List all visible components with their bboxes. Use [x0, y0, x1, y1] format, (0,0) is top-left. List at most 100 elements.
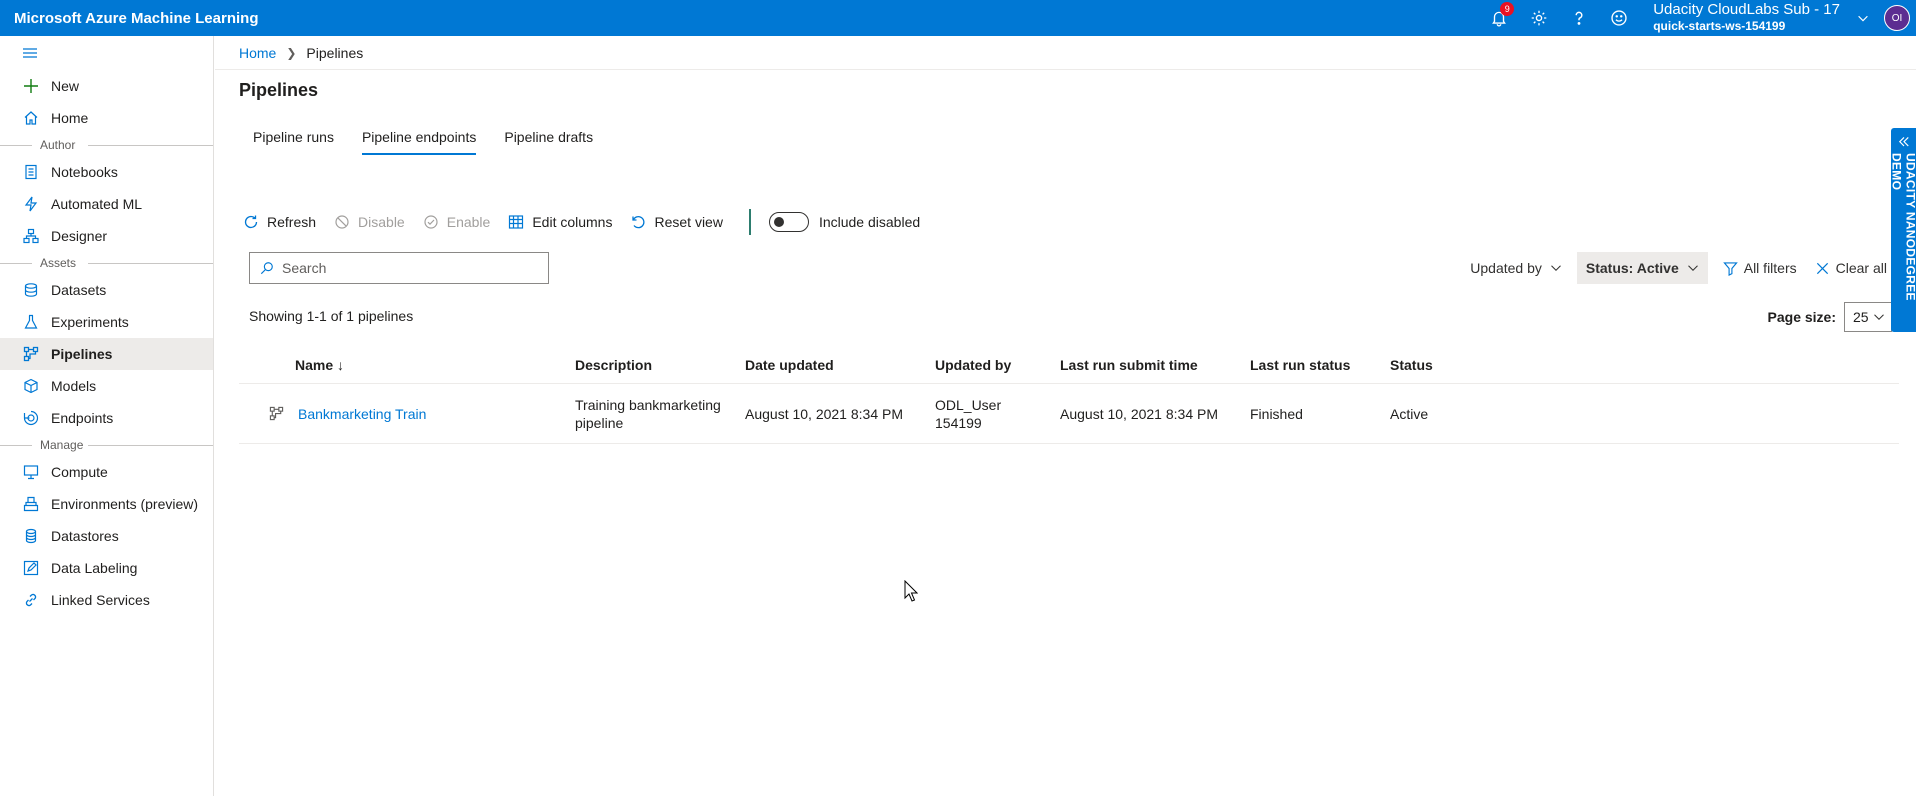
disable-button[interactable]: Disable — [334, 214, 405, 230]
monitor-icon — [22, 463, 40, 481]
header-last-run-status[interactable]: Last run status — [1250, 356, 1390, 374]
cell-last-run-submit-time: August 10, 2021 8:34 PM — [1060, 405, 1218, 422]
sidebar-item-compute[interactable]: Compute — [0, 456, 213, 488]
search-box — [249, 252, 549, 284]
feedback-button[interactable] — [1599, 0, 1639, 36]
sidebar-item-label: Automated ML — [51, 196, 143, 212]
header-date-updated[interactable]: Date updated — [745, 356, 935, 374]
include-disabled-toggle[interactable] — [768, 212, 809, 232]
breadcrumb-current: Pipelines — [306, 44, 364, 61]
sidebar-item-models[interactable]: Models — [0, 370, 213, 402]
clear-all-label: Clear all — [1835, 260, 1887, 276]
sidebar-item-label: Notebooks — [51, 164, 118, 180]
account-dropdown[interactable] — [1846, 0, 1880, 36]
reset-view-label: Reset view — [654, 214, 723, 230]
nanodegree-demo-label: UDACITY NANODEGREE DEMO — [1889, 153, 1916, 302]
tab-pipeline-drafts[interactable]: Pipeline drafts — [490, 119, 607, 155]
header-description[interactable]: Description — [575, 356, 745, 374]
sidebar-section-author: Author — [0, 134, 213, 156]
updated-by-filter[interactable]: Updated by — [1461, 252, 1571, 284]
sidebar-item-experiments[interactable]: Experiments — [0, 306, 213, 338]
top-bar: Microsoft Azure Machine Learning 9 Udaci… — [0, 0, 1916, 36]
main-content: Home ❯ Pipelines Pipelines Pipeline runs… — [215, 36, 1916, 796]
sidebar-item-notebooks[interactable]: Notebooks — [0, 156, 213, 188]
refresh-button[interactable]: Refresh — [243, 214, 316, 230]
sidebar-item-new[interactable]: New — [0, 70, 213, 102]
page-size: Page size: 25 — [1768, 302, 1892, 332]
sidebar-item-endpoints[interactable]: Endpoints — [0, 402, 213, 434]
cell-updated-by: ODL_User 154199 — [935, 396, 1002, 431]
page-size-select[interactable]: 25 — [1844, 302, 1892, 332]
avatar[interactable]: OI — [1884, 5, 1910, 31]
chevron-down-icon — [1687, 265, 1698, 271]
home-icon — [22, 109, 40, 127]
all-filters-label: All filters — [1743, 260, 1797, 276]
sidebar-item-datastores[interactable]: Datastores — [0, 520, 213, 552]
cell-description: Training bankmarketing pipeline — [575, 396, 721, 431]
menu-toggle[interactable] — [0, 36, 213, 70]
sidebar-item-pipelines[interactable]: Pipelines — [0, 338, 213, 370]
header-updated-by[interactable]: Updated by — [935, 356, 1060, 374]
cell-status: Active — [1390, 405, 1429, 422]
check-circle-icon — [424, 215, 438, 229]
notifications-button[interactable]: 9 — [1479, 0, 1519, 36]
header-last-run-submit-time[interactable]: Last run submit time — [1060, 356, 1250, 374]
sidebar-section-manage: Manage — [0, 434, 213, 456]
plus-icon — [22, 77, 40, 95]
page-size-label: Page size: — [1767, 309, 1836, 325]
result-count: Showing 1-1 of 1 pipelines — [249, 308, 414, 324]
close-icon — [1816, 262, 1828, 274]
workspace-name: quick-starts-ws-154199 — [1653, 19, 1786, 33]
help-button[interactable] — [1559, 0, 1599, 36]
sidebar-item-home[interactable]: Home — [0, 102, 213, 134]
search-input[interactable] — [282, 260, 548, 276]
hamburger-icon — [23, 48, 37, 58]
sidebar-item-data-labeling[interactable]: Data Labeling — [0, 552, 213, 584]
account-info[interactable]: Udacity CloudLabs Sub - 17 quick-starts-… — [1653, 2, 1840, 34]
reset-view-button[interactable]: Reset view — [630, 214, 723, 230]
cell-last-run-status: Finished — [1250, 405, 1303, 422]
sidebar-item-label: Pipelines — [51, 346, 113, 362]
sidebar-item-label: Home — [51, 110, 89, 126]
tab-pipeline-runs[interactable]: Pipeline runs — [239, 119, 348, 155]
app-title[interactable]: Microsoft Azure Machine Learning — [0, 10, 1479, 27]
pipeline-icon — [22, 345, 40, 363]
nanodegree-demo-tab[interactable]: UDACITY NANODEGREE DEMO — [1889, 128, 1916, 332]
filter-bar: Updated by Status: Active All filters Cl… — [1461, 252, 1896, 284]
sidebar-item-environments[interactable]: Environments (preview) — [0, 488, 213, 520]
sidebar-item-automated-ml[interactable]: Automated ML — [0, 188, 213, 220]
tab-pipeline-endpoints[interactable]: Pipeline endpoints — [348, 119, 490, 155]
enable-label: Enable — [446, 214, 491, 230]
edit-columns-button[interactable]: Edit columns — [508, 214, 612, 230]
table-row[interactable]: Bankmarketing Train Training bankmarketi… — [239, 384, 1899, 444]
chevron-down-icon — [1858, 15, 1868, 22]
chevron-down-icon — [1874, 314, 1884, 320]
edit-icon — [22, 559, 40, 577]
help-icon — [1575, 11, 1583, 25]
header-status[interactable]: Status — [1390, 356, 1510, 374]
sidebar-item-label: Experiments — [51, 314, 129, 330]
all-filters-button[interactable]: All filters — [1714, 252, 1806, 284]
sidebar-item-label: Endpoints — [51, 410, 114, 426]
clear-all-button[interactable]: Clear all — [1806, 252, 1896, 284]
notification-badge: 9 — [1500, 2, 1515, 16]
toolbar-divider — [748, 209, 751, 235]
include-disabled-label: Include disabled — [818, 214, 921, 230]
lightning-icon — [22, 195, 40, 213]
columns-icon — [509, 215, 524, 229]
pipeline-name-link[interactable]: Bankmarketing Train — [298, 405, 426, 423]
sidebar-item-designer[interactable]: Designer — [0, 220, 213, 252]
environment-icon — [22, 495, 40, 513]
sidebar-item-linked-services[interactable]: Linked Services — [0, 584, 213, 616]
header-name[interactable]: Name ↓ — [295, 356, 575, 374]
sidebar-item-label: Models — [51, 378, 97, 394]
sidebar-item-label: Datastores — [51, 528, 119, 544]
enable-button[interactable]: Enable — [423, 214, 491, 230]
breadcrumb-home[interactable]: Home — [239, 45, 276, 61]
status-filter[interactable]: Status: Active — [1576, 252, 1708, 284]
sidebar-item-datasets[interactable]: Datasets — [0, 274, 213, 306]
settings-button[interactable] — [1519, 0, 1559, 36]
disable-label: Disable — [358, 214, 405, 230]
refresh-label: Refresh — [267, 214, 317, 230]
flask-icon — [22, 313, 40, 331]
